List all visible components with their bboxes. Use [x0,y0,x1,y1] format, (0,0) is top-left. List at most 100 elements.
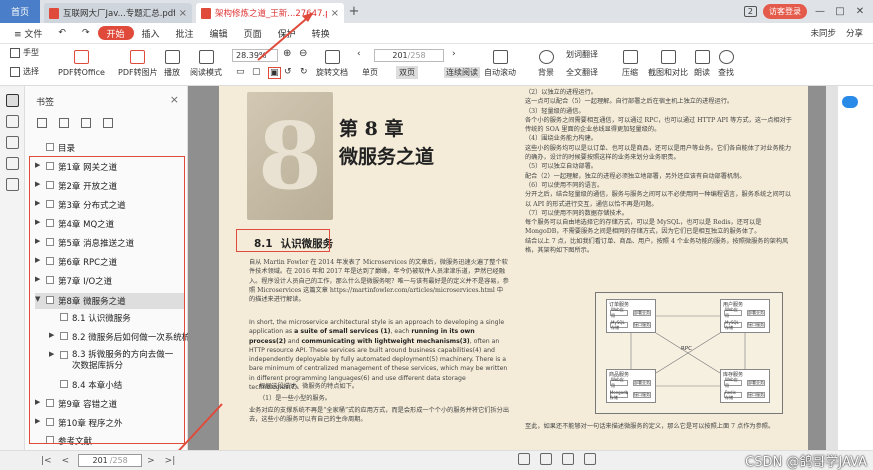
bookmark-icon[interactable] [5,94,19,107]
full-translate-button[interactable]: 全文翻译 [566,67,598,78]
compress-button[interactable]: 压缩 [622,50,638,78]
attachment-icon[interactable] [5,157,19,170]
double-view-icon[interactable] [562,453,574,465]
page-number-field[interactable]: 201 /258 [78,454,143,467]
list-item[interactable]: 参考文献 [35,435,92,447]
cloud-icon[interactable] [842,96,858,108]
comment-icon[interactable] [5,136,19,149]
play-button[interactable]: 播放 [164,50,180,78]
rotate-left-icon[interactable]: ↺ [284,67,292,77]
chapter-decoration: 8 [247,92,333,220]
menu-comment[interactable]: 批注 [168,23,202,44]
maximize-icon[interactable]: □ [833,6,847,17]
next-page-icon[interactable]: > [142,456,160,466]
list-item[interactable]: ▶ 第7章 I/O之道 [35,275,112,287]
read-aloud-button[interactable]: 朗读 [694,50,710,78]
redo-icon[interactable]: ↷ [74,23,98,44]
list-item[interactable]: ▶ 8.2 微服务后如何做一次系统梳理 [49,331,199,343]
select-tool[interactable]: 选择 [10,66,39,77]
pdf-to-image-button[interactable]: PDF转图片 [118,50,158,78]
rotate-right-icon[interactable]: ↻ [300,67,308,77]
sync-status[interactable]: 未同步 [810,27,836,39]
zoom-out-icon[interactable]: ⊖ [299,48,307,59]
fit-page-icon[interactable]: ▢ [252,67,261,77]
word-translate-button[interactable]: 划词翻译 [566,49,598,60]
collapse-icon[interactable] [103,118,113,128]
delete-bookmark-icon[interactable] [59,118,69,128]
continuous-read-button[interactable]: 连续阅读 [444,67,480,78]
next-page-icon[interactable]: › [452,49,456,59]
screenshot-compare-button[interactable]: 截图和对比 [648,50,688,78]
document-tab-2[interactable]: 架构修炼之道_王新...27647.pdf × [196,3,344,23]
add-tab-button[interactable]: + [344,0,364,23]
prev-page-icon[interactable]: ‹ [357,49,361,59]
prev-page-icon[interactable]: < [57,456,75,466]
list-item[interactable]: ▶ 第9章 容错之道 [35,398,117,410]
find-button[interactable]: 查找 [718,50,734,78]
read-mode-button[interactable]: 阅读模式 [190,50,222,78]
background-button[interactable]: 背景 [538,50,554,78]
list-item[interactable]: 目录 [35,142,75,154]
close-icon[interactable]: × [170,93,179,106]
pdf-to-office-button[interactable]: PDF转Office [58,50,105,78]
add-bookmark-icon[interactable] [37,118,47,128]
list-item[interactable]: ▶ 第4章 MQ之道 [35,218,114,230]
single-page-button[interactable]: 单页 [362,67,378,78]
list-item[interactable]: 8.4 本章小结 [49,379,122,391]
list-item[interactable]: ▶ 第10章 程序之外 [35,417,123,429]
panel-title: 书签 [36,98,55,108]
menu-file[interactable]: ≡ 文件 [6,23,50,44]
close-icon[interactable]: × [179,8,187,19]
menu-edit[interactable]: 编辑 [202,23,236,44]
document-view[interactable]: 8 第 8 章 微服务之道 8.1 认识微服务 自从 Martin Fowler … [188,86,826,450]
list-item[interactable]: ▶ 第3章 分布式之道 [35,199,126,211]
window-count-badge[interactable]: 2 [743,6,757,17]
list-item[interactable]: ▶ 第5章 消息推送之道 [35,237,134,249]
first-page-icon[interactable]: |< [36,456,57,466]
list-item[interactable]: ▼ 第8章 微服务之道 [35,293,185,309]
page-number-input[interactable]: 201/258 [374,49,444,62]
list-item[interactable]: 8.1 认识微服务 [49,312,131,324]
compress-label: 压缩 [622,68,638,77]
actual-size-icon[interactable]: ▣ [268,67,281,79]
zoom-in-icon[interactable]: ⊕ [283,48,291,59]
menu-page[interactable]: 页面 [236,23,270,44]
expand-icon[interactable] [81,118,91,128]
minimize-icon[interactable]: — [813,6,827,17]
close-window-icon[interactable]: ✕ [853,6,867,17]
rotate-document-button[interactable]: 旋转文档 [316,50,348,78]
status-page-current: 201 [92,456,108,465]
chapter-title: 微服务之道 [339,146,435,168]
menu-insert[interactable]: 插入 [134,23,168,44]
auto-scroll-button[interactable]: 自动滚动 [484,50,516,78]
hand-tool[interactable]: 手型 [10,47,39,58]
left-icon-strip [0,86,25,450]
pdf-image-label: PDF转图片 [118,68,158,77]
login-button[interactable]: 访客登录 [763,4,807,19]
scroll-view-icon[interactable] [584,453,596,465]
last-page-icon[interactable]: >| [160,456,181,466]
document-tab-1[interactable]: 互联网大厂Jav...专题汇总.pdf × [44,3,192,23]
menu-convert[interactable]: 转换 [304,23,338,44]
list-item[interactable]: ▶ 第6章 RPC之道 [35,256,117,268]
eye-care-icon[interactable] [518,453,530,465]
menu-start[interactable]: 开始 [97,26,134,40]
bookmark-label: 8.2 微服务后如何做一次系统梳理 [72,333,199,343]
bookmark-item-icon [46,143,54,151]
vertical-scrollbar[interactable] [826,86,838,450]
share-button[interactable]: 分享 [846,27,863,39]
fit-width-icon[interactable]: ▭ [236,67,245,77]
undo-icon[interactable]: ↶ [50,23,74,44]
thumbnail-icon[interactable] [5,115,19,128]
list-item[interactable]: ▶ 8.3 拆微服务的方向去做一次数据库拆分 [49,350,181,372]
close-icon[interactable]: × [331,8,339,19]
single-view-icon[interactable] [540,453,552,465]
signature-icon[interactable] [5,178,19,191]
search-icon [718,50,734,64]
list-item[interactable]: ▶ 第2章 开放之道 [35,180,117,192]
zoom-input[interactable]: 28.39% [232,49,278,62]
list-item[interactable]: ▶ 第1章 网关之道 [35,161,117,173]
menu-protect[interactable]: 保护 [270,23,304,44]
double-page-button[interactable]: 双页 [396,66,418,79]
home-tab[interactable]: 首页 [0,0,40,23]
